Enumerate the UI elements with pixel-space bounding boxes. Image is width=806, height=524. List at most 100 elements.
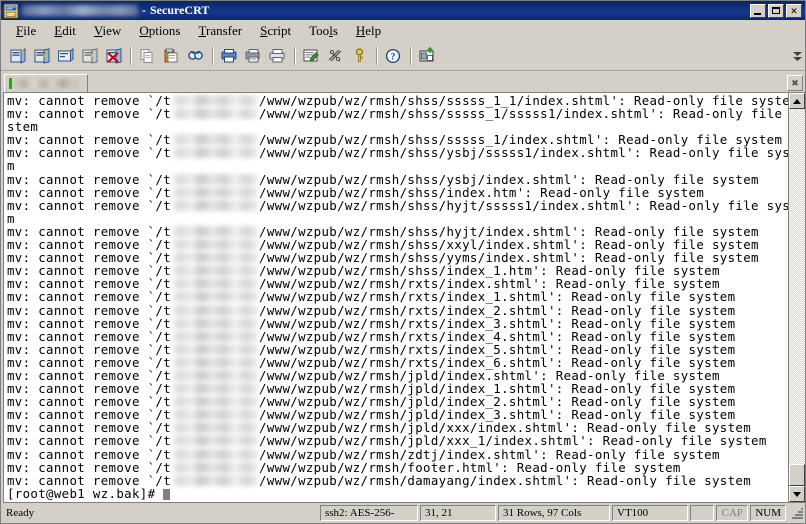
terminal-path-redaction <box>172 343 259 355</box>
file-transfer-button[interactable] <box>416 45 439 67</box>
terminal-path-redaction <box>172 448 259 460</box>
svg-text:?: ? <box>391 52 396 62</box>
status-bar: Ready ssh2: AES-256- 31, 21 31 Rows, 97 … <box>1 503 805 523</box>
chevron-up-icon <box>793 98 801 104</box>
terminal-path-redaction <box>172 108 259 120</box>
menu-script[interactable]: Script <box>251 21 300 41</box>
chevron-down-icon <box>793 491 801 497</box>
maximize-icon <box>772 6 780 14</box>
menu-help[interactable]: Help <box>347 21 390 41</box>
title-bar[interactable]: - SecureCRT ✕ <box>1 1 805 20</box>
tab-label-redaction <box>16 79 78 88</box>
reconnect-button[interactable] <box>78 45 101 67</box>
terminal-path-redaction <box>172 278 259 290</box>
terminal-path-redaction <box>172 435 259 447</box>
menu-file[interactable]: File <box>7 21 45 41</box>
terminal-path-redaction <box>172 147 259 159</box>
terminal-line: mv: cannot remove `/t/www/wzpub/wz/rmsh/… <box>7 107 788 120</box>
toolbar-separator-1 <box>130 47 132 65</box>
global-options-button[interactable] <box>324 45 347 67</box>
title-separator: - <box>142 3 146 17</box>
terminal-scrollbar[interactable] <box>788 93 805 502</box>
help-button[interactable]: ? <box>382 45 405 67</box>
disconnect-button[interactable] <box>102 45 125 67</box>
terminal-path-redaction <box>172 173 259 185</box>
print-screen-button[interactable] <box>218 45 241 67</box>
terminal-line-suffix: /www/wzpub/wz/rmsh/damayang/index.shtml'… <box>259 472 752 488</box>
menu-bar: File Edit View Options Transfer Script T… <box>1 20 805 42</box>
terminal-path-redaction <box>172 186 259 198</box>
find-button[interactable] <box>184 45 207 67</box>
connect-local-shell-button[interactable] <box>54 45 77 67</box>
terminal-path-redaction <box>172 422 259 434</box>
scrollbar-thumb[interactable] <box>789 464 805 486</box>
terminal-output[interactable]: mv: cannot remove `/t/www/wzpub/wz/rmsh/… <box>4 93 788 502</box>
terminal-path-redaction <box>172 383 259 395</box>
terminal-path-redaction <box>172 252 259 264</box>
minimize-button[interactable] <box>750 3 766 18</box>
terminal-path-redaction <box>172 304 259 316</box>
scroll-up-button[interactable] <box>789 93 805 109</box>
terminal-path-redaction <box>172 291 259 303</box>
terminal-line-prefix: mv: cannot remove `/t <box>7 145 172 161</box>
terminal-path-redaction <box>172 317 259 329</box>
toolbar-separator-2 <box>212 47 214 65</box>
new-session-button[interactable] <box>6 45 29 67</box>
connect-button[interactable] <box>30 45 53 67</box>
terminal-line-prefix: mv: cannot remove `/t <box>7 197 172 213</box>
terminal-path-redaction <box>172 225 259 237</box>
toolbar-separator-4 <box>376 47 378 65</box>
toolbar-overflow-button[interactable] <box>791 45 803 67</box>
copy-button[interactable] <box>136 45 159 67</box>
menu-view[interactable]: View <box>85 21 130 41</box>
maximize-button[interactable] <box>768 3 784 18</box>
status-rows-cols: 31 Rows, 97 Cols <box>498 505 610 521</box>
print-button[interactable] <box>266 45 289 67</box>
resize-grip-icon[interactable] <box>790 506 804 520</box>
status-cursor-position: 31, 21 <box>420 505 496 521</box>
terminal-line-suffix: /www/wzpub/wz/rmsh/shss/hyjt/sssss1/inde… <box>259 197 788 213</box>
terminal-path-redaction <box>172 356 259 368</box>
securecrt-window: - SecureCRT ✕ File Edit View Options Tra… <box>0 0 806 524</box>
status-caps-lock: CAP <box>716 505 749 521</box>
scrollbar-track[interactable] <box>789 109 805 486</box>
menu-transfer[interactable]: Transfer <box>190 21 252 41</box>
terminal-path-redaction <box>172 474 259 486</box>
window-title: - SecureCRT <box>22 3 209 18</box>
session-options-button[interactable] <box>300 45 323 67</box>
minimize-icon <box>754 12 761 15</box>
terminal-path-redaction <box>172 461 259 473</box>
toolbar-separator-3 <box>294 47 296 65</box>
terminal-line-suffix: /www/wzpub/wz/rmsh/shss/sssss_1/sssss1/i… <box>259 106 788 122</box>
terminal-line-suffix: /www/wzpub/wz/rmsh/shss/ysbj/sssss1/inde… <box>259 145 788 161</box>
public-key-button[interactable] <box>348 45 371 67</box>
scroll-down-button[interactable] <box>789 486 805 502</box>
status-cipher: ssh2: AES-256- <box>320 505 418 521</box>
status-ready: Ready <box>6 507 35 519</box>
session-tab[interactable] <box>4 74 88 92</box>
close-button[interactable]: ✕ <box>786 3 802 18</box>
terminal-path-redaction <box>172 396 259 408</box>
securecrt-app-icon <box>3 3 19 19</box>
title-host-redaction <box>22 5 138 16</box>
menu-edit[interactable]: Edit <box>45 21 85 41</box>
close-icon: ✖ <box>791 77 799 88</box>
log-session-button[interactable] <box>242 45 265 67</box>
paste-button[interactable] <box>160 45 183 67</box>
terminal-path-redaction <box>172 369 259 381</box>
toolbar: ? <box>1 42 805 71</box>
tab-bar: ✖ <box>1 71 805 92</box>
menu-options[interactable]: Options <box>130 21 189 41</box>
terminal-path-redaction <box>172 330 259 342</box>
shell-prompt: [root@web1 wz.bak]# <box>7 485 164 501</box>
terminal-path-redaction <box>172 409 259 421</box>
terminal-line: mv: cannot remove `/t/www/wzpub/wz/rmsh/… <box>7 146 788 159</box>
status-blank <box>690 505 715 521</box>
terminal-cursor <box>163 488 171 500</box>
terminal-prompt-line[interactable]: [root@web1 wz.bak]# <box>7 487 788 500</box>
terminal-line: mv: cannot remove `/t/www/wzpub/wz/rmsh/… <box>7 199 788 212</box>
tab-close-button[interactable]: ✖ <box>787 75 803 91</box>
menu-tools[interactable]: Tools <box>300 21 347 41</box>
terminal-path-redaction <box>172 95 259 106</box>
close-icon: ✕ <box>790 5 798 16</box>
